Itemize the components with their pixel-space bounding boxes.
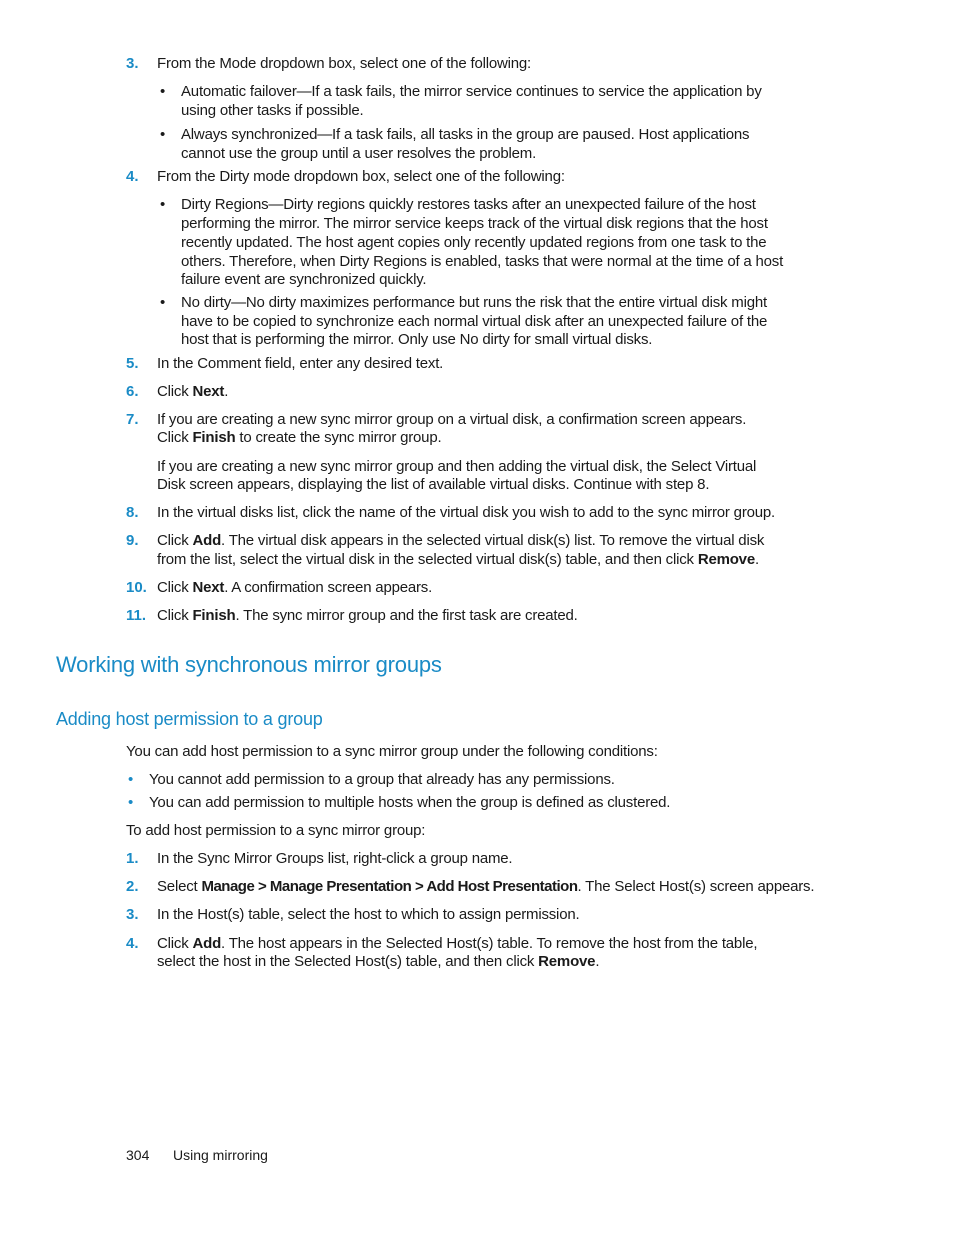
step-text-pre: from the list, select the virtual disk i… [157, 551, 698, 568]
step-paragraph: Disk screen appears, displaying the list… [157, 476, 710, 493]
bullet-icon: • [160, 196, 166, 213]
step-text-pre: Click [157, 579, 193, 596]
step-text-pre: select the host in the Selected Host(s) … [157, 953, 539, 970]
bullet-text: failure event are synchronized quickly. [181, 271, 427, 288]
step-number: 2. [126, 878, 139, 895]
bullet-icon: • [160, 126, 166, 143]
condition-item: You can add permission to multiple hosts… [149, 794, 671, 811]
step-text-post: to create the sync mirror group. [235, 429, 442, 446]
step-text: Click Next. [157, 382, 228, 401]
bullet-text: Automatic failover—If a task fails, the … [181, 83, 762, 100]
step-paragraph: If you are creating a new sync mirror gr… [157, 458, 757, 475]
bullet-text: Always synchronized—If a task fails, all… [181, 126, 750, 143]
step-number: 3. [126, 55, 139, 72]
step-text: Click Add. The virtual disk appears in t… [157, 531, 764, 550]
step-text-pre: Click [157, 607, 193, 624]
step-text: Click Add. The host appears in the Selec… [157, 934, 758, 953]
step-text: Select Manage > Manage Presentation > Ad… [157, 877, 815, 896]
bullet-text: using other tasks if possible. [181, 102, 364, 119]
step-number: 7. [126, 411, 139, 428]
step-number: 4. [126, 168, 139, 185]
step-text: From the Mode dropdown box, select one o… [157, 55, 532, 72]
bullet-text: performing the mirror. The mirror servic… [181, 215, 768, 232]
bullet-text: cannot use the group until a user resolv… [181, 145, 537, 162]
step-text: In the Sync Mirror Groups list, right-cl… [157, 850, 513, 867]
step-text: If you are creating a new sync mirror gr… [157, 411, 747, 428]
step-text-pre: Select [157, 878, 202, 895]
step-text-post: . The sync mirror group and the first ta… [235, 607, 578, 624]
step-number: 8. [126, 504, 139, 521]
lead-paragraph: To add host permission to a sync mirror … [126, 822, 426, 839]
step-text: Click Finish. The sync mirror group and … [157, 606, 578, 625]
ui-label-next: Next [192, 383, 225, 400]
intro-paragraph: You can add host permission to a sync mi… [126, 743, 658, 760]
step-text-post: . [224, 383, 229, 400]
step-text: Click Next. A confirmation screen appear… [157, 578, 432, 597]
bullet-icon: • [160, 83, 166, 100]
step-text-post: . The host appears in the Selected Host(… [221, 935, 758, 952]
step-text-pre: Click [157, 935, 193, 952]
step-text-post: . The virtual disk appears in the select… [221, 532, 765, 549]
ui-label-finish: Finish [192, 607, 236, 624]
step-text: In the Host(s) table, select the host to… [157, 906, 580, 923]
step-number: 1. [126, 850, 139, 867]
ui-label-add: Add [192, 532, 222, 549]
step-text: Click Finish to create the sync mirror g… [157, 428, 442, 447]
ui-label-remove: Remove [697, 551, 755, 568]
step-text: select the host in the Selected Host(s) … [157, 952, 599, 971]
condition-item: You cannot add permission to a group tha… [149, 771, 615, 788]
bullet-icon: • [128, 794, 134, 811]
footer-chapter: Using mirroring [173, 1147, 268, 1163]
step-text-pre: Click [157, 429, 193, 446]
ui-label-finish: Finish [192, 429, 236, 446]
step-text-post: . [595, 953, 600, 970]
step-text-post: . The Select Host(s) screen appears. [577, 878, 815, 895]
step-number: 11. [126, 607, 147, 624]
step-text-pre: Click [157, 532, 193, 549]
bullet-icon: • [128, 771, 134, 788]
step-text-pre: Click [157, 383, 193, 400]
step-number: 10. [126, 579, 147, 596]
step-text: In the virtual disks list, click the nam… [157, 504, 776, 521]
bullet-text: others. Therefore, when Dirty Regions is… [181, 253, 784, 270]
step-text: From the Dirty mode dropdown box, select… [157, 168, 565, 185]
ui-label-next: Next [192, 579, 225, 596]
menu-path: Manage > Manage Presentation > Add Host … [201, 878, 578, 895]
step-text-post: . [754, 551, 759, 568]
step-number: 9. [126, 532, 139, 549]
bullet-text: recently updated. The host agent copies … [181, 234, 767, 251]
ui-label-add: Add [192, 935, 222, 952]
ui-label-remove: Remove [538, 953, 596, 970]
step-number: 4. [126, 935, 139, 952]
page-number: 304 [126, 1147, 150, 1163]
step-text-post: . A confirmation screen appears. [224, 579, 433, 596]
bullet-text: have to be copied to synchronize each no… [181, 313, 768, 330]
step-text: In the Comment field, enter any desired … [157, 355, 444, 372]
step-number: 6. [126, 383, 139, 400]
subsection-heading: Adding host permission to a group [56, 709, 323, 729]
bullet-text: Dirty Regions—Dirty regions quickly rest… [181, 196, 756, 213]
step-number: 5. [126, 355, 139, 372]
bullet-text: No dirty—No dirty maximizes performance … [181, 294, 767, 311]
step-number: 3. [126, 906, 139, 923]
section-heading: Working with synchronous mirror groups [56, 652, 442, 677]
bullet-icon: • [160, 294, 166, 311]
step-text: from the list, select the virtual disk i… [157, 550, 759, 569]
bullet-text: host that is performing the mirror. Only… [181, 331, 653, 348]
